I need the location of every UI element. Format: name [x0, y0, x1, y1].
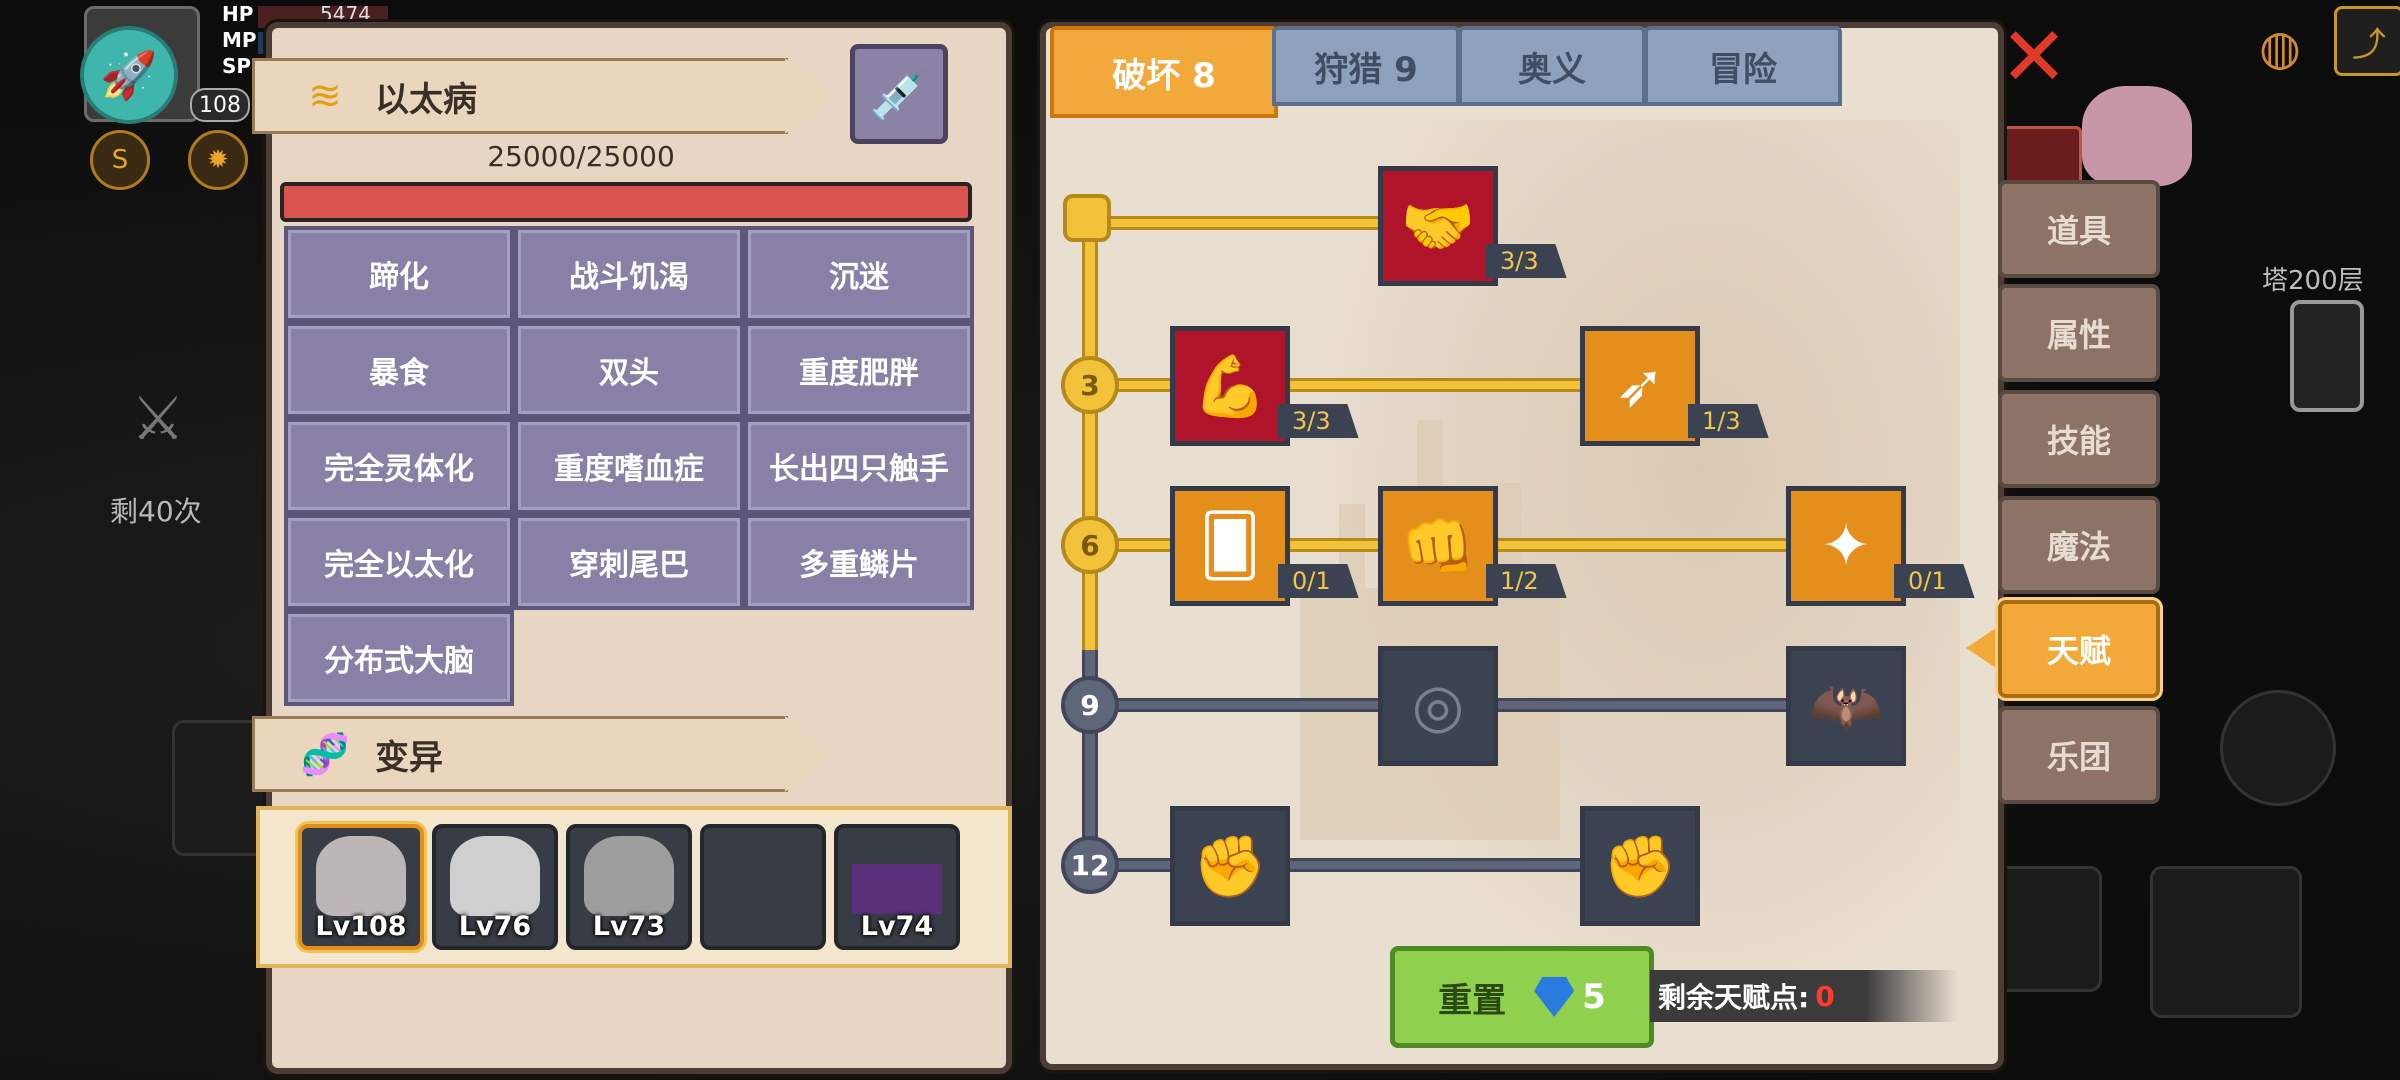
mutation-slot-empty[interactable] [700, 824, 826, 950]
talent-points: 剩余天赋点: 0 [1650, 970, 1958, 1022]
disease-hp-bar [280, 182, 972, 222]
skill-progress: 3/3 [1486, 244, 1567, 278]
mutation-level: Lv73 [592, 911, 666, 942]
skill-progress: 1/3 [1688, 404, 1769, 438]
talent-points-label: 剩余天赋点: [1658, 981, 1810, 1014]
hp-label: HP [222, 2, 254, 26]
mutation-slot[interactable]: Lv73 [566, 824, 692, 950]
tier-node [1063, 194, 1111, 242]
side-tab-magic[interactable]: 魔法 [1998, 496, 2160, 594]
trait-button[interactable]: 多重鳞片 [744, 514, 974, 610]
reset-button[interactable]: 重置 5 [1390, 946, 1654, 1048]
tab-mystery[interactable]: 奥义 [1458, 26, 1646, 106]
mutation-slot[interactable]: Lv74 [834, 824, 960, 950]
buff-s-icon[interactable]: S [90, 130, 150, 190]
side-tab-talent[interactable]: 天赋 [1998, 600, 2160, 698]
tier-node: 6 [1061, 516, 1119, 574]
side-tab-skills[interactable]: 技能 [1998, 390, 2160, 488]
card-slash-skill-icon[interactable]: 🂠 [1170, 486, 1290, 606]
tower-floor: 塔200层 [2262, 266, 2364, 296]
active-tab-arrow [1966, 628, 1996, 668]
search-icon[interactable] [2220, 690, 2336, 806]
diamond-icon [1534, 977, 1575, 1017]
mutation-title: 变异 [375, 737, 443, 778]
trait-button[interactable]: 沉迷 [744, 226, 974, 322]
tab-adventure[interactable]: 冒险 [1644, 26, 1842, 106]
sp-label: SP [222, 54, 252, 78]
trait-button[interactable]: 重度嗜血症 [514, 418, 744, 514]
mutation-ribbon: 🧬 变异 [252, 716, 788, 792]
punch-skill-icon[interactable]: 👊 [1378, 486, 1498, 606]
exit-icon[interactable]: ⤴ [2334, 6, 2400, 76]
buff-fire-icon[interactable]: ✹ [188, 130, 248, 190]
side-tab-band[interactable]: 乐团 [1998, 706, 2160, 804]
mp-label: MP [222, 28, 257, 52]
skill-progress: 3/3 [1278, 404, 1359, 438]
muscle-body-skill-icon[interactable]: 💪 [1170, 326, 1290, 446]
trait-button[interactable]: 战斗饥渴 [514, 226, 744, 322]
tab-hunting[interactable]: 狩猎 9 [1272, 26, 1460, 106]
piercing-arrow-skill-icon[interactable]: ➶ [1580, 326, 1700, 446]
mutation-portrait [584, 836, 674, 916]
player-level: 108 [190, 88, 250, 122]
mutation-portrait [450, 836, 540, 916]
tree-trunk-active [1082, 220, 1098, 650]
side-tab-attributes[interactable]: 属性 [1998, 284, 2160, 382]
tier-node: 12 [1061, 836, 1119, 894]
mutation-slot-row: Lv108 Lv76 Lv73 Lv74 [256, 806, 1012, 968]
talent-points-value: 0 [1815, 979, 1835, 1013]
mutation-portrait [316, 836, 406, 916]
side-tab-items[interactable]: 道具 [1998, 180, 2160, 278]
tab-destruction[interactable]: 破坏 8 [1050, 26, 1278, 118]
ribbon-tail [785, 58, 829, 134]
reset-cost: 5 [1582, 977, 1606, 1017]
dna-icon: 🧬 [300, 731, 350, 778]
mutation-slot[interactable]: Lv108 [298, 824, 424, 950]
mutation-level: Lv76 [458, 911, 532, 942]
mutation-level: Lv74 [860, 911, 934, 942]
skill-progress: 0/1 [1278, 564, 1359, 598]
crossed-swords-icon[interactable]: ⚔ [118, 384, 198, 464]
tier-node: 9 [1061, 676, 1119, 734]
reset-label: 重置 [1438, 980, 1507, 1021]
tree-line [1090, 378, 1590, 392]
remaining-count: 剩40次 [110, 495, 202, 528]
side-fist-skill-icon[interactable]: ✊ [1580, 806, 1700, 926]
rocket-icon[interactable]: 🚀 [80, 26, 178, 124]
trait-button[interactable]: 重度肥胖 [744, 322, 974, 418]
skill-progress: 0/1 [1894, 564, 1975, 598]
trait-button[interactable]: 分布式大脑 [284, 610, 514, 706]
ripple-skill-icon[interactable]: ◎ [1378, 646, 1498, 766]
disease-hp-text: 25000/25000 [487, 140, 675, 173]
trait-button[interactable]: 完全以太化 [284, 514, 514, 610]
trait-button[interactable]: 穿刺尾巴 [514, 514, 744, 610]
splash-strike-skill-icon[interactable]: ✦ [1786, 486, 1906, 606]
trait-button[interactable]: 长出四只触手 [744, 418, 974, 514]
tree-line [1090, 216, 1380, 230]
ribbon-tail [785, 716, 829, 792]
mutation-slot[interactable]: Lv76 [432, 824, 558, 950]
arm-wrestle-skill-icon[interactable]: 🤝 [1378, 166, 1498, 286]
trait-button[interactable]: 双头 [514, 322, 744, 418]
disease-ribbon: ≋ 以太病 [252, 58, 788, 134]
trait-button[interactable]: 蹄化 [284, 226, 514, 322]
bow-slot-icon[interactable] [2150, 866, 2302, 1018]
phone-icon[interactable] [2290, 300, 2364, 412]
tier-node: 3 [1061, 356, 1119, 414]
mutation-level: Lv108 [315, 911, 407, 942]
globe-icon[interactable]: ◍ [2240, 20, 2320, 80]
bunny-pet [2082, 86, 2192, 186]
fist-skill-icon[interactable]: ✊ [1170, 806, 1290, 926]
wind-icon: ≋ [308, 73, 342, 119]
trait-button[interactable]: 暴食 [284, 322, 514, 418]
mutation-portrait [852, 864, 942, 914]
skill-progress: 1/2 [1486, 564, 1567, 598]
trait-button[interactable]: 完全灵体化 [284, 418, 514, 514]
syringe-icon[interactable]: 💉 [850, 44, 948, 144]
close-icon[interactable]: ✕ [1994, 17, 2074, 99]
disease-title: 以太病 [375, 79, 477, 120]
bat-wing-skill-icon[interactable]: 🦇 [1786, 646, 1906, 766]
